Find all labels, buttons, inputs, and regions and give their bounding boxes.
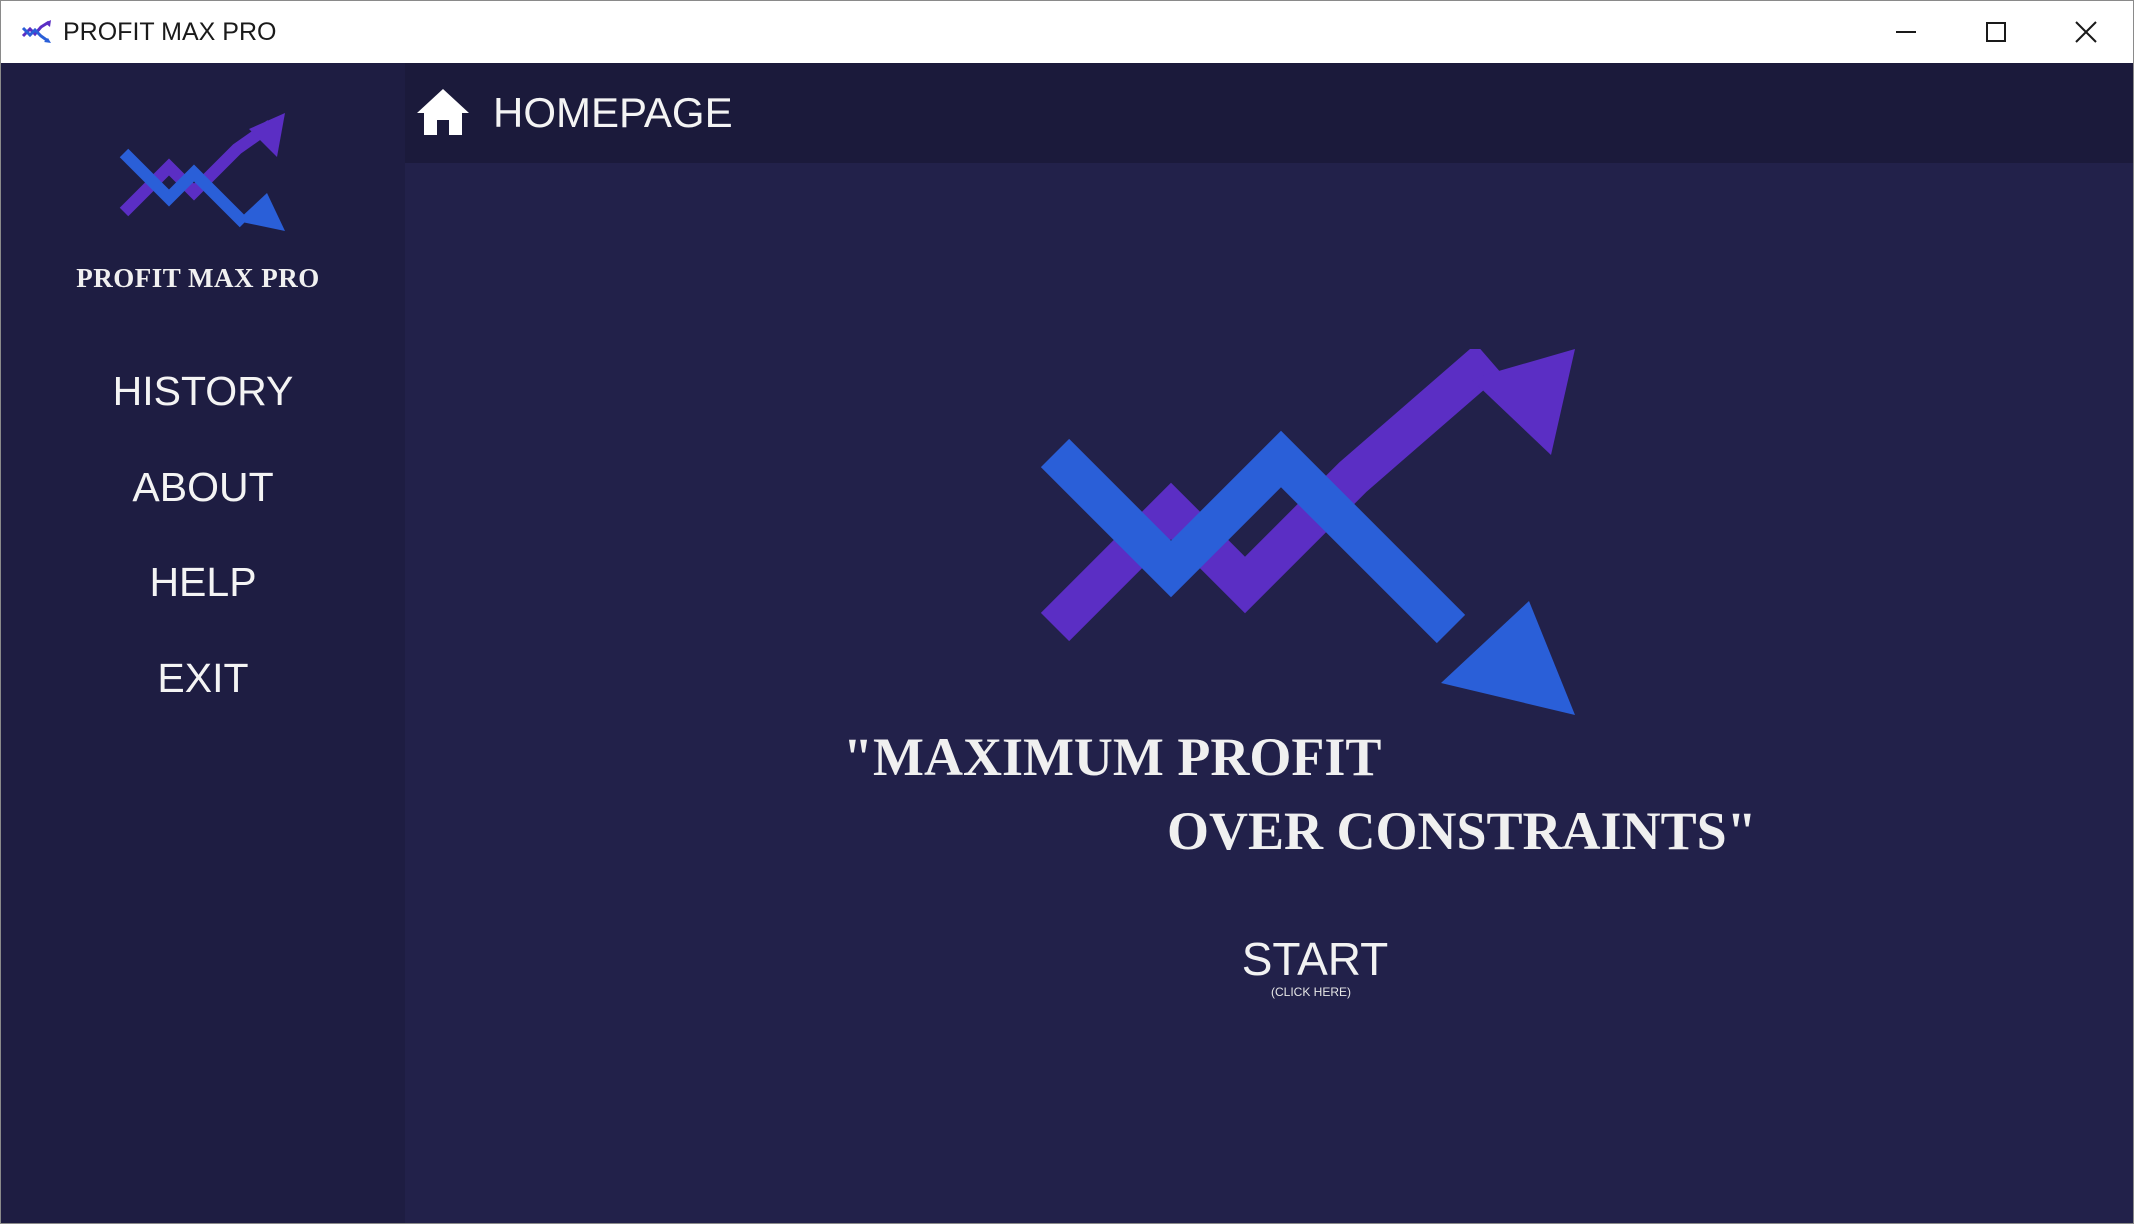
title-bar[interactable]: PROFIT MAX PRO [1, 1, 2133, 63]
sidebar-item-about[interactable]: ABOUT [1, 452, 405, 522]
home-icon [417, 89, 469, 135]
app-window: PROFIT MAX PRO PROFIT MAX PRO HISTORY AB… [0, 0, 2134, 1224]
close-button[interactable] [2041, 1, 2131, 63]
sidebar-item-exit[interactable]: EXIT [1, 643, 405, 713]
start-hint: (CLICK HERE) [1270, 985, 1351, 999]
start-label: START [1241, 933, 1389, 985]
profit-arrows-logo [1041, 349, 1575, 715]
maximize-button[interactable] [1951, 1, 2041, 63]
sidebar-item-help[interactable]: HELP [1, 547, 405, 617]
tagline-line-2: OVER CONSTRAINTS" [1167, 801, 1757, 861]
minimize-icon [1896, 31, 1916, 33]
close-icon [2075, 21, 2097, 43]
minimize-button[interactable] [1861, 1, 1951, 63]
main-content: "MAXIMUM PROFIT OVER CONSTRAINTS" START … [405, 163, 2133, 1223]
start-button[interactable]: START (CLICK HERE) [1215, 933, 1415, 1023]
profit-arrows-logo [119, 113, 285, 231]
sidebar-item-history[interactable]: HISTORY [1, 356, 405, 426]
sidebar: PROFIT MAX PRO HISTORY ABOUT HELP EXIT [1, 63, 405, 1223]
page-title: HOMEPAGE [493, 89, 733, 136]
window-title: PROFIT MAX PRO [63, 18, 277, 46]
profit-arrows-icon [21, 20, 51, 43]
maximize-icon [1986, 22, 2006, 42]
tagline-line-1: "MAXIMUM PROFIT [843, 727, 1382, 787]
brand-name: PROFIT MAX PRO [76, 263, 320, 293]
page-header: HOMEPAGE [405, 63, 2133, 163]
